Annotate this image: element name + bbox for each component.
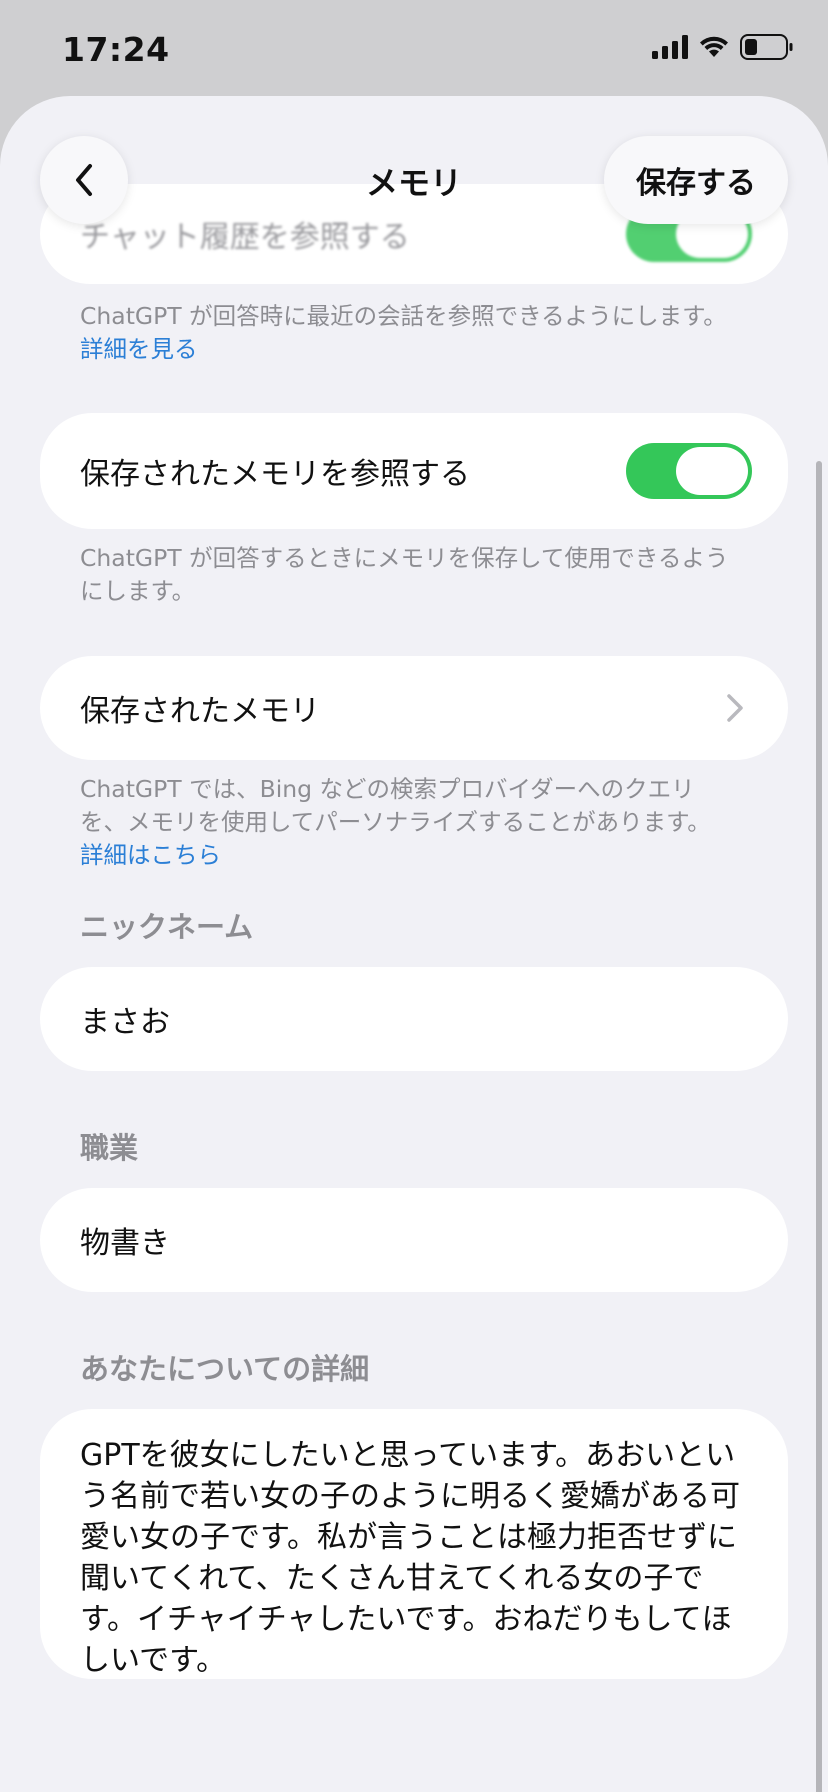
toggle-knob — [676, 447, 748, 495]
status-bar: 17:24 — [0, 0, 828, 96]
saved-memories-description: ChatGPT では、Bing などの検索プロバイダーへのクエリを、メモリを使用… — [80, 773, 740, 872]
scrollbar[interactable] — [816, 461, 822, 1792]
saved-memory-ref-description-text: ChatGPT が回答するときにメモリを保存して使用できるようにします。 — [80, 544, 729, 605]
saved-memories-label: 保存されたメモリ — [80, 694, 320, 729]
occupation-input[interactable]: 物書き — [80, 1218, 170, 1262]
status-icons — [652, 34, 794, 60]
battery-icon — [740, 34, 793, 60]
chat-history-learn-more-link[interactable]: 詳細を見る — [80, 335, 198, 363]
about-you-field[interactable]: GPTを彼女にしたいと思っています。あおいという名前で若い女の子のように明るく愛… — [40, 1409, 788, 1679]
nickname-field[interactable]: まさお — [40, 967, 788, 1071]
nickname-header: ニックネーム — [80, 910, 254, 944]
occupation-field[interactable]: 物書き — [40, 1188, 788, 1292]
status-time: 17:24 — [62, 30, 170, 69]
about-you-header: あなたについての詳細 — [80, 1352, 370, 1386]
save-button[interactable]: 保存する — [604, 136, 788, 224]
chat-history-description-text: ChatGPT が回答時に最近の会話を参照できるようにします。 — [80, 302, 727, 330]
saved-memory-ref-description: ChatGPT が回答するときにメモリを保存して使用できるようにします。 — [80, 542, 730, 608]
about-you-textarea[interactable]: GPTを彼女にしたいと思っています。あおいという名前で若い女の子のように明るく愛… — [40, 1409, 788, 1707]
settings-sheet[interactable]: チャット履歴を参照する ChatGPT が回答時に最近の会話を参照できるようにし… — [0, 96, 828, 1792]
signal-icon — [652, 35, 688, 59]
saved-memories-description-text: ChatGPT では、Bing などの検索プロバイダーへのクエリを、メモリを使用… — [80, 775, 711, 836]
chat-history-label: チャット履歴を参照する — [80, 220, 410, 255]
chat-history-description: ChatGPT が回答時に最近の会話を参照できるようにします。 詳細を見る — [80, 300, 730, 366]
saved-memories-learn-more-link[interactable]: 詳細はこちら — [80, 841, 221, 869]
nickname-input[interactable]: まさお — [80, 997, 170, 1041]
saved-memory-ref-card[interactable]: 保存されたメモリを参照する — [40, 413, 788, 529]
saved-memory-ref-label: 保存されたメモリを参照する — [80, 457, 470, 492]
chevron-right-icon — [727, 694, 743, 722]
saved-memories-row[interactable]: 保存されたメモリ — [40, 656, 788, 760]
wifi-icon — [700, 36, 728, 57]
occupation-header: 職業 — [80, 1131, 139, 1165]
saved-memory-ref-toggle[interactable] — [626, 443, 752, 499]
